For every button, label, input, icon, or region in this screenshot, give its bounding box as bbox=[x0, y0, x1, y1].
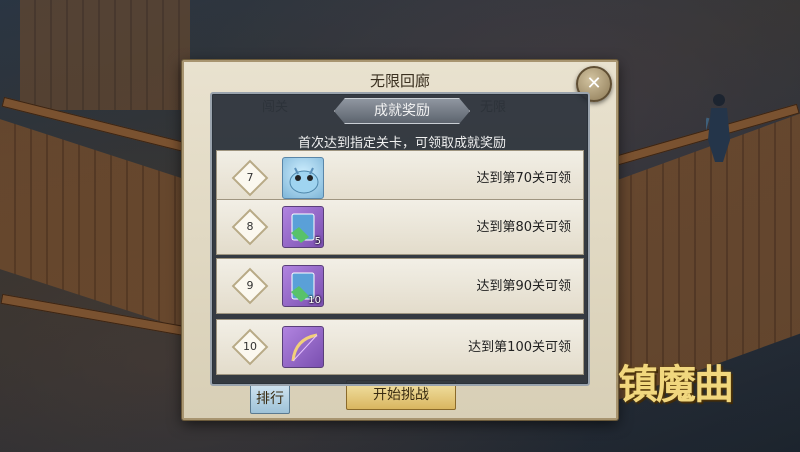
tab-achievement-reward[interactable]: 成就奖励 bbox=[334, 98, 470, 124]
reward-header-text: 首次达到指定关卡，可领取成就奖励 bbox=[297, 136, 506, 151]
game-logo: 镇魔曲 bbox=[618, 361, 734, 408]
level-badge: 10 bbox=[231, 328, 269, 366]
reward-row: 7 达到第70关可领 bbox=[216, 150, 584, 206]
panel-title: 无限回廊 bbox=[369, 72, 430, 90]
character-figure-icon bbox=[706, 94, 730, 162]
level-badge: 8 bbox=[231, 208, 269, 246]
green-gem-card-icon[interactable]: 10 bbox=[282, 265, 324, 307]
level-badge: 9 bbox=[231, 267, 269, 305]
close-icon: ✕ bbox=[586, 73, 602, 94]
reward-row: 10 达到第100关可领 bbox=[216, 319, 584, 375]
bow-weapon-icon[interactable] bbox=[282, 326, 324, 368]
rank-button[interactable]: 排行 bbox=[250, 384, 290, 414]
reward-condition: 达到第90关可领 bbox=[476, 279, 571, 294]
reward-condition: 达到第80关可领 bbox=[476, 220, 571, 235]
green-gem-card-icon[interactable]: 5 bbox=[282, 206, 324, 248]
level-badge: 7 bbox=[231, 159, 269, 197]
reward-condition: 达到第100关可领 bbox=[468, 340, 571, 355]
dragon-pet-icon[interactable] bbox=[282, 157, 324, 199]
reward-row: 9 10 达到第90关可领 bbox=[216, 258, 584, 314]
wooden-deck-top bbox=[20, 0, 190, 110]
reward-row: 8 5 达到第80关可领 bbox=[216, 199, 584, 255]
